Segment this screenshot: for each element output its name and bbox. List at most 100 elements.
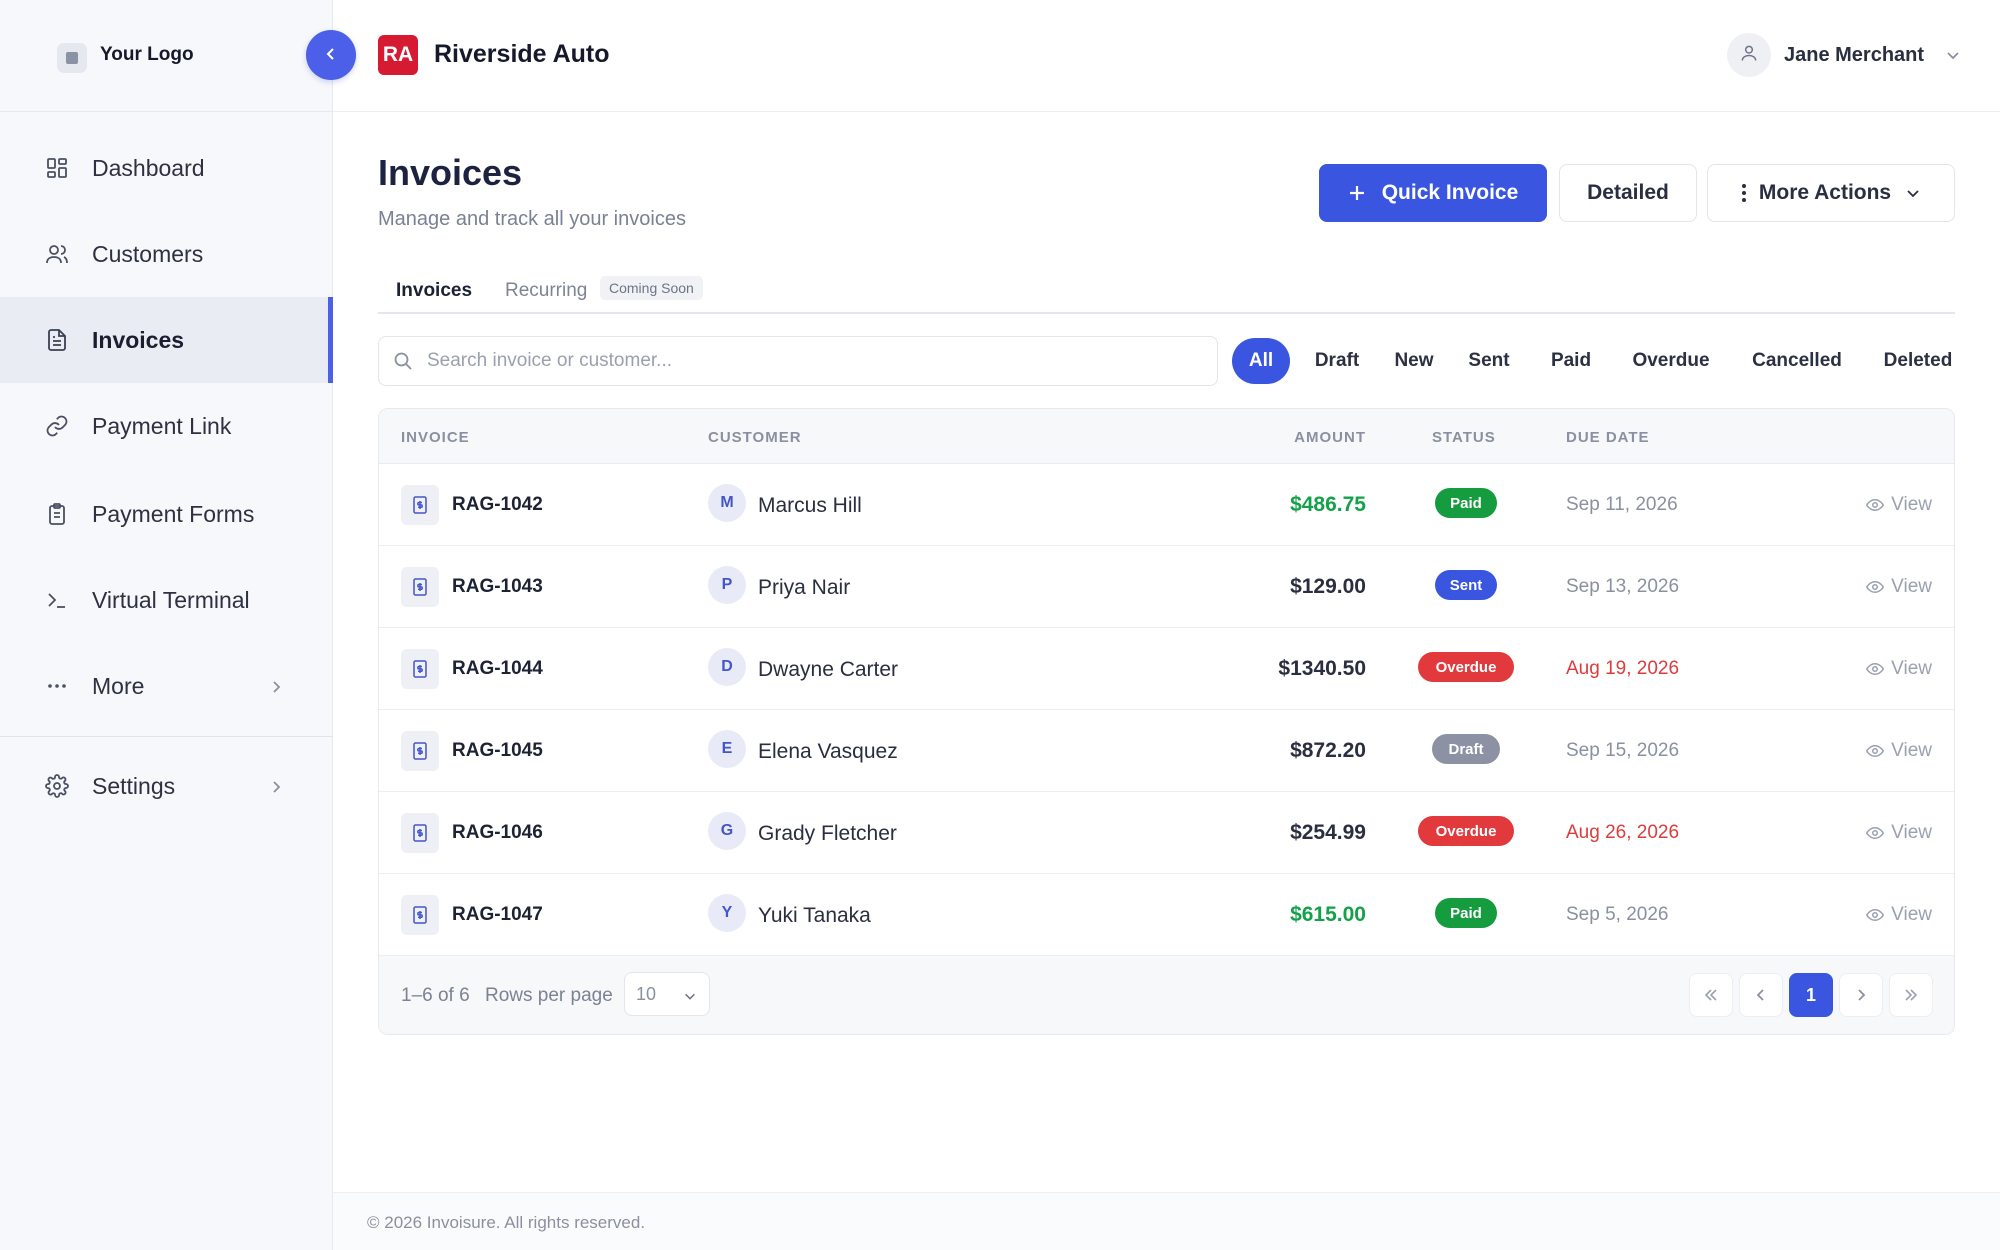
column-header-customer[interactable]: CUSTOMER [708,429,802,446]
chevron-down-icon [1905,185,1921,201]
column-header-invoice[interactable]: INVOICE [401,429,470,446]
filter-deleted[interactable]: Deleted [1869,338,1967,384]
status-badge: Overdue [1418,652,1514,682]
status-badge: Paid [1435,488,1497,518]
sidebar-item-payment-link[interactable]: Payment Link [0,383,333,469]
sidebar-item-invoices[interactable]: Invoices [0,297,333,383]
view-button[interactable]: View [1866,904,1932,926]
users-icon [44,241,70,267]
customer-name: Grady Fletcher [758,822,897,845]
due-date: Sep 15, 2026 [1566,740,1680,761]
quick-invoice-label: Quick Invoice [1381,181,1519,204]
page-title: Invoices [378,152,523,193]
filter-cancelled[interactable]: Cancelled [1737,338,1857,384]
result-range: 1–6 of 6 [401,985,470,1006]
page-1-button[interactable]: 1 [1789,973,1833,1017]
column-header-due-date[interactable]: DUE DATE [1566,429,1650,446]
double-chevron-right-icon [1905,989,1918,1001]
page-footer: © 2026 Invoisure. All rights reserved. [333,1192,2000,1250]
invoice-number[interactable]: RAG-1043 [452,576,543,598]
tab-recurring[interactable]: Recurring [505,280,587,302]
sidebar-header: Your Logo [0,0,332,112]
chevron-left-icon [1756,989,1764,1001]
last-page-button[interactable] [1889,973,1933,1017]
user-name[interactable]: Jane Merchant [1784,44,1924,67]
user-icon [1739,43,1759,68]
customer-avatar: E [708,730,746,768]
filter-draft[interactable]: Draft [1301,338,1373,384]
view-button[interactable]: View [1866,822,1932,844]
customer-name: Marcus Hill [758,494,862,517]
invoice-number[interactable]: RAG-1047 [452,904,543,926]
filter-paid[interactable]: Paid [1540,338,1602,384]
sidebar-collapse-button[interactable] [306,30,356,80]
first-page-button[interactable] [1689,973,1733,1017]
user-avatar[interactable] [1727,33,1771,77]
sidebar-item-payment-forms[interactable]: Payment Forms [0,471,333,557]
sidebar-item-more[interactable]: More [0,643,333,729]
sidebar-item-customers[interactable]: Customers [0,211,333,297]
chevron-right-icon [269,673,283,700]
plus-icon [1348,184,1366,202]
view-button[interactable]: View [1866,494,1932,516]
customer-name: Elena Vasquez [758,740,898,763]
table-row[interactable]: RAG-1042 M Marcus Hill $486.75 Paid Sep … [379,464,1954,546]
coming-soon-badge: Coming Soon [600,276,703,300]
search-input[interactable] [427,350,1187,372]
next-page-button[interactable] [1839,973,1883,1017]
invoice-amount: $615.00 [1290,903,1366,926]
sidebar: Your Logo Dashboard Customers Invoices P… [0,0,333,1250]
sidebar-item-label: Invoices [92,326,185,353]
status-badge: Paid [1435,898,1497,928]
view-button[interactable]: View [1866,576,1932,598]
previous-page-button[interactable] [1739,973,1783,1017]
customer-name: Dwayne Carter [758,658,899,681]
customer-name: Priya Nair [758,576,851,599]
column-header-amount[interactable]: AMOUNT [1294,429,1366,446]
tab-invoices[interactable]: Invoices [396,280,472,302]
eye-icon [1866,498,1885,512]
filter-overdue[interactable]: Overdue [1619,338,1723,384]
rows-per-page-select[interactable]: 10 [624,972,710,1016]
quick-invoice-button[interactable]: Quick Invoice [1319,164,1547,222]
rows-per-page-label: Rows per page [485,985,613,1006]
column-header-status[interactable]: STATUS [1432,429,1496,446]
view-button[interactable]: View [1866,740,1932,762]
logo-icon [57,43,87,73]
table-row[interactable]: RAG-1043 P Priya Nair $129.00 Sent Sep 1… [379,546,1954,628]
filter-all[interactable]: All [1232,338,1290,384]
sidebar-item-settings[interactable]: Settings [0,743,333,829]
invoice-number[interactable]: RAG-1044 [452,658,543,680]
eye-icon [1866,826,1885,840]
sidebar-item-label: Settings [92,772,176,799]
filter-sent[interactable]: Sent [1458,338,1520,384]
table-row[interactable]: RAG-1046 G Grady Fletcher $254.99 Overdu… [379,792,1954,874]
more-actions-button[interactable]: More Actions [1707,164,1955,222]
table-row[interactable]: RAG-1045 E Elena Vasquez $872.20 Draft S… [379,710,1954,792]
eye-icon [1866,662,1885,676]
sidebar-item-dashboard[interactable]: Dashboard [0,125,333,211]
sidebar-item-virtual-terminal[interactable]: Virtual Terminal [0,557,333,643]
chevron-down-icon[interactable] [1945,47,1961,68]
invoice-number[interactable]: RAG-1042 [452,494,543,516]
invoice-amount: $486.75 [1290,493,1366,516]
invoice-amount: $254.99 [1290,821,1366,844]
table-row[interactable]: RAG-1044 D Dwayne Carter $1340.50 Overdu… [379,628,1954,710]
table-row[interactable]: RAG-1047 Y Yuki Tanaka $615.00 Paid Sep … [379,874,1954,956]
invoice-file-icon [401,731,439,771]
chevron-right-icon [269,773,283,800]
invoice-number[interactable]: RAG-1046 [452,822,543,844]
view-label: View [1891,576,1932,597]
more-icon [44,673,70,699]
dashboard-icon [44,155,70,181]
view-label: View [1891,822,1932,843]
due-date: Sep 11, 2026 [1566,494,1678,515]
invoice-number[interactable]: RAG-1045 [452,740,543,762]
detailed-label: Detailed [1587,181,1669,204]
logo-text: Your Logo [100,44,194,65]
filter-new[interactable]: New [1382,338,1446,384]
view-button[interactable]: View [1866,658,1932,680]
sidebar-divider [0,736,333,737]
kebab-icon [1741,183,1747,203]
detailed-button[interactable]: Detailed [1559,164,1697,222]
